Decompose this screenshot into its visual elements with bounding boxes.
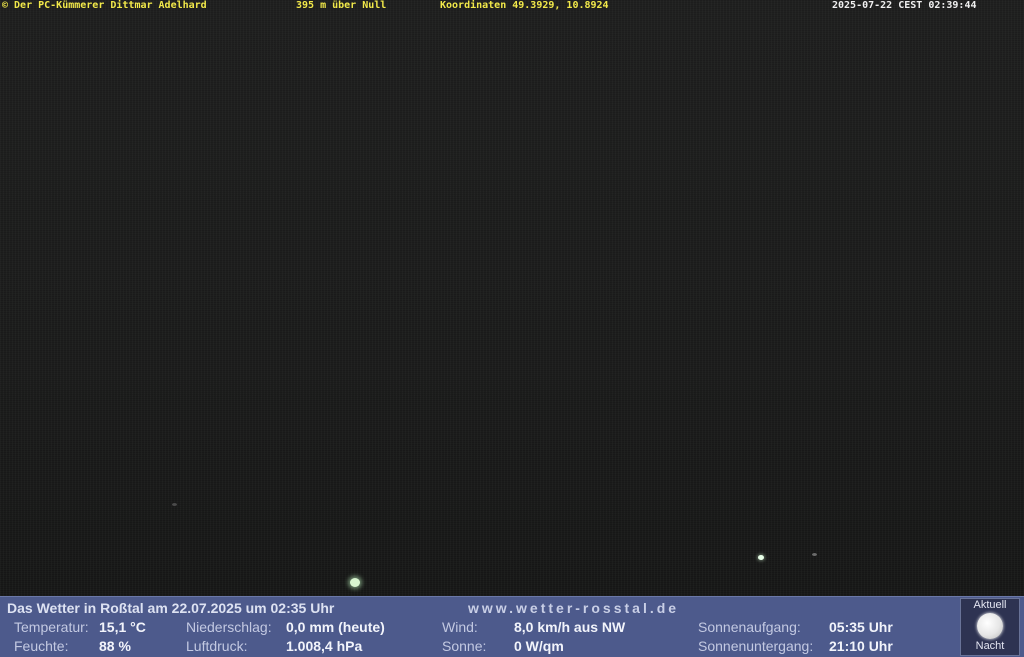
altitude-text: 395 m über Null bbox=[296, 0, 387, 11]
temperature-label: Temperatur: bbox=[14, 619, 89, 635]
sun-value: 0 W/qm bbox=[514, 638, 564, 654]
coordinates-text: Koordinaten 49.3929, 10.8924 bbox=[440, 0, 609, 11]
street-light bbox=[758, 555, 764, 560]
sunrise-label: Sonnenaufgang: bbox=[698, 619, 801, 635]
sunset-value: 21:10 Uhr bbox=[829, 638, 893, 654]
full-moon-icon bbox=[977, 613, 1003, 639]
webcam-image bbox=[0, 0, 1024, 596]
precip-value: 0,0 mm (heute) bbox=[286, 619, 385, 635]
humidity-label: Feuchte: bbox=[14, 638, 69, 654]
sunrise-value: 05:35 Uhr bbox=[829, 619, 893, 635]
distant-light bbox=[812, 553, 817, 556]
street-light bbox=[350, 578, 360, 587]
humidity-value: 88 % bbox=[99, 638, 131, 654]
overlay-info-bar: © Der PC-Kümmerer Dittmar Adelhard 395 m… bbox=[0, 0, 1024, 11]
distant-light bbox=[172, 503, 177, 506]
weather-panel: Das Wetter in Roßtal am 22.07.2025 um 02… bbox=[0, 596, 1024, 657]
precip-label: Niederschlag: bbox=[186, 619, 272, 635]
weather-headline: Das Wetter in Roßtal am 22.07.2025 um 02… bbox=[7, 600, 335, 616]
timestamp-text: 2025-07-22 CEST 02:39:44 bbox=[832, 0, 977, 11]
moon-bottom-label: Nacht bbox=[975, 640, 1005, 652]
copyright-text: © Der PC-Kümmerer Dittmar Adelhard bbox=[2, 0, 207, 11]
sun-label: Sonne: bbox=[442, 638, 487, 654]
wind-label: Wind: bbox=[442, 619, 478, 635]
pressure-value: 1.008,4 hPa bbox=[286, 638, 363, 654]
website-link[interactable]: www.wetter-rosstal.de bbox=[468, 600, 679, 616]
temperature-value: 15,1 °C bbox=[99, 619, 146, 635]
moon-top-label: Aktuell bbox=[973, 599, 1007, 611]
pressure-label: Luftdruck: bbox=[186, 638, 248, 654]
sunset-label: Sonnenuntergang: bbox=[698, 638, 814, 654]
moon-phase-box: Aktuell Nacht bbox=[960, 598, 1020, 656]
wind-value: 8,0 km/h aus NW bbox=[514, 619, 626, 635]
